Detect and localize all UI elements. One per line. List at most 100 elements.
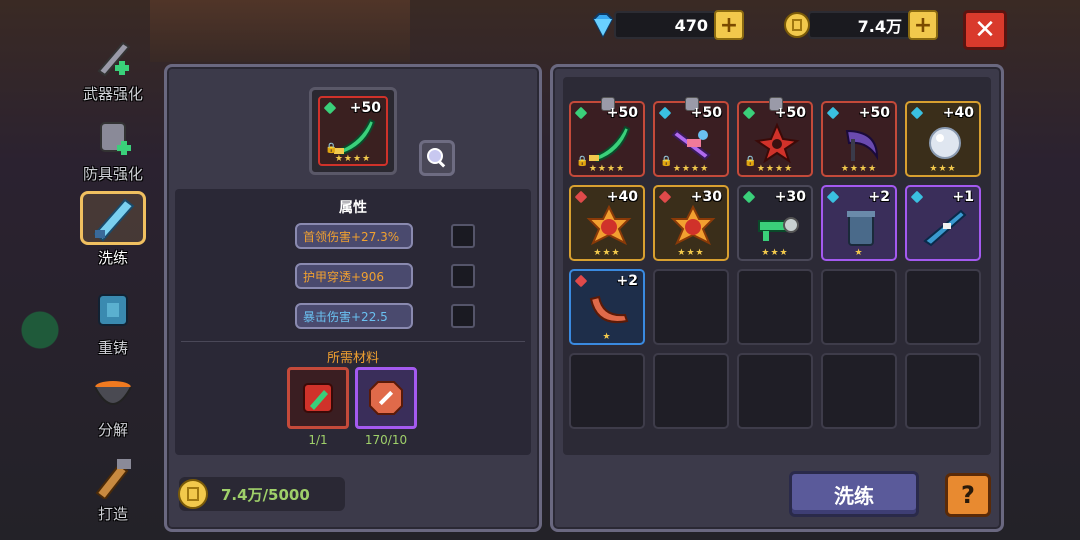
empty-inventory-slot[interactable] [569, 353, 645, 429]
attribute-lock-checkbox[interactable] [451, 224, 475, 248]
attribute-lock-checkbox[interactable] [451, 304, 475, 328]
empty-inventory-slot[interactable] [821, 353, 897, 429]
gold-coin-icon [784, 12, 810, 38]
gem-indicator-icon [323, 101, 337, 115]
empty-inventory-slot[interactable] [821, 269, 897, 345]
item-level: +30 [774, 189, 806, 205]
item-level: +40 [606, 189, 638, 205]
selected-item-slot[interactable]: +50 🔒 ★★★★ [309, 87, 397, 175]
inventory-item-slot[interactable]: +30 ★★★ [737, 185, 813, 261]
menu-item-weapon-upgrade[interactable]: 武器强化 [68, 28, 158, 104]
lock-icon: 🔒 [325, 143, 338, 154]
item-level: +50 [858, 105, 890, 121]
material-slot[interactable] [355, 367, 417, 429]
inventory-item-slot[interactable]: +50 🔒 ★★★★ [737, 97, 813, 177]
gem-indicator-icon [658, 106, 672, 120]
gem-indicator-icon [742, 106, 756, 120]
menu-item-forge[interactable]: 打造 [68, 448, 158, 524]
menu-label: 重铸 [97, 339, 128, 357]
item-level: +50 [774, 105, 806, 121]
reforge-button[interactable]: 洗练 [789, 471, 919, 517]
gold-currency: 7.4万 + [782, 10, 938, 40]
inventory-item-slot[interactable]: +40 ★★★ [569, 185, 645, 261]
item-level: +50 [690, 105, 722, 121]
item-stars: ★★★★ [672, 164, 710, 174]
item-stars: ★ [854, 248, 864, 258]
empty-inventory-slot[interactable] [905, 269, 981, 345]
inventory-item-slot[interactable]: +50 🔒 ★★★★ [653, 97, 729, 177]
gem-indicator-icon [910, 106, 924, 120]
attribute-row: 暴击伤害+22.5 [295, 303, 413, 329]
gem-currency: 470 + [588, 10, 744, 40]
menu-item-armor-upgrade[interactable]: 防具强化 [68, 108, 158, 184]
menu-label: 武器强化 [82, 85, 143, 103]
recast-armor-icon [86, 287, 140, 335]
item-level: +2 [616, 273, 638, 289]
background-decor [150, 0, 410, 62]
trash-bin-icon [847, 211, 875, 246]
empty-inventory-slot[interactable] [737, 353, 813, 429]
inventory-panel: +50 🔒 ★★★★ +50 🔒 ★★★★ +50 🔒 ★★★★ +50 ★★★★ +40 ★★★ +40… [550, 64, 1004, 532]
empty-inventory-slot[interactable] [653, 353, 729, 429]
add-gems-button[interactable]: + [714, 10, 744, 40]
inventory-item-slot[interactable]: +50 ★★★★ [821, 101, 897, 177]
cauldron-icon [86, 369, 140, 417]
green-saber-icon [589, 125, 631, 163]
attribute-row: 护甲穿透+906 [295, 263, 413, 289]
empty-inventory-slot[interactable] [905, 353, 981, 429]
add-gold-button[interactable]: + [908, 10, 938, 40]
selected-item-stars: ★★★★ [334, 154, 372, 164]
inventory-item-slot[interactable]: +50 🔒 ★★★★ [569, 97, 645, 177]
dark-scythe-icon [845, 129, 879, 161]
item-stars: ★★★★ [840, 164, 878, 174]
inventory-item-slot[interactable]: +2 ★ [569, 269, 645, 345]
inventory-item-slot[interactable]: +2 ★ [821, 185, 897, 261]
red-gem-flower-icon [670, 205, 716, 246]
item-level: +2 [868, 189, 890, 205]
reforge-stone-icon [369, 381, 403, 415]
purple-crossbow-icon [671, 129, 711, 161]
item-stars: ★★★★ [588, 164, 626, 174]
empty-inventory-slot[interactable] [653, 269, 729, 345]
gold-cost-text: 7.4万/5000 [221, 485, 310, 504]
magnify-button[interactable] [419, 140, 455, 176]
gem-indicator-icon [574, 190, 588, 204]
green-gun-icon [758, 217, 799, 241]
boomerang-icon [589, 295, 629, 323]
empty-inventory-slot[interactable] [737, 269, 813, 345]
red-shuriken-icon [754, 122, 800, 163]
gold-cost-bar: 7.4万/5000 [178, 477, 345, 511]
reforge-detail-panel: +50 🔒 ★★★★ 属性 首领伤害+27.3% 护甲穿透+906 暴击伤害+2… [164, 64, 542, 532]
attribute-text: 首领伤害+27.3% [303, 229, 400, 244]
gem-indicator-icon [574, 274, 588, 288]
gold-count: 7.4万 [808, 11, 912, 39]
armor-upgrade-icon [86, 113, 140, 161]
red-gem-flower-icon [586, 205, 632, 246]
menu-item-disassemble[interactable]: 分解 [68, 364, 158, 440]
item-stars: ★★★ [761, 248, 789, 258]
frost-orb-icon [929, 127, 961, 159]
menu-label: 分解 [97, 421, 128, 439]
menu-item-reforge[interactable]: 洗练 [68, 191, 158, 268]
side-menu: 武器强化 防具强化 洗练 重铸 分解 打造 [68, 28, 158, 538]
menu-item-recast[interactable]: 重铸 [68, 282, 158, 358]
inventory-item-slot[interactable]: +1 [905, 185, 981, 261]
inventory-item-slot[interactable]: +30 ★★★ [653, 185, 729, 261]
materials-title: 所需材料 [326, 351, 379, 366]
inventory-item-slot[interactable]: +40 ★★★ [905, 101, 981, 177]
item-level: +30 [690, 189, 722, 205]
item-stars: ★★★ [677, 248, 705, 258]
gem-count: 470 [614, 11, 718, 39]
divider [181, 341, 525, 342]
help-button[interactable]: ? [945, 473, 991, 517]
material-slot[interactable] [287, 367, 349, 429]
diamond-icon [592, 13, 614, 39]
sword-upgrade-icon [86, 33, 140, 81]
selected-item-frame: +50 🔒 ★★★★ [318, 96, 388, 166]
menu-label: 洗练 [97, 249, 128, 267]
item-stars: ★★★★ [756, 164, 794, 174]
gem-indicator-icon [910, 190, 924, 204]
gem-indicator-icon [742, 190, 756, 204]
attribute-lock-checkbox[interactable] [451, 264, 475, 288]
close-button[interactable]: ✕ [963, 10, 1007, 50]
